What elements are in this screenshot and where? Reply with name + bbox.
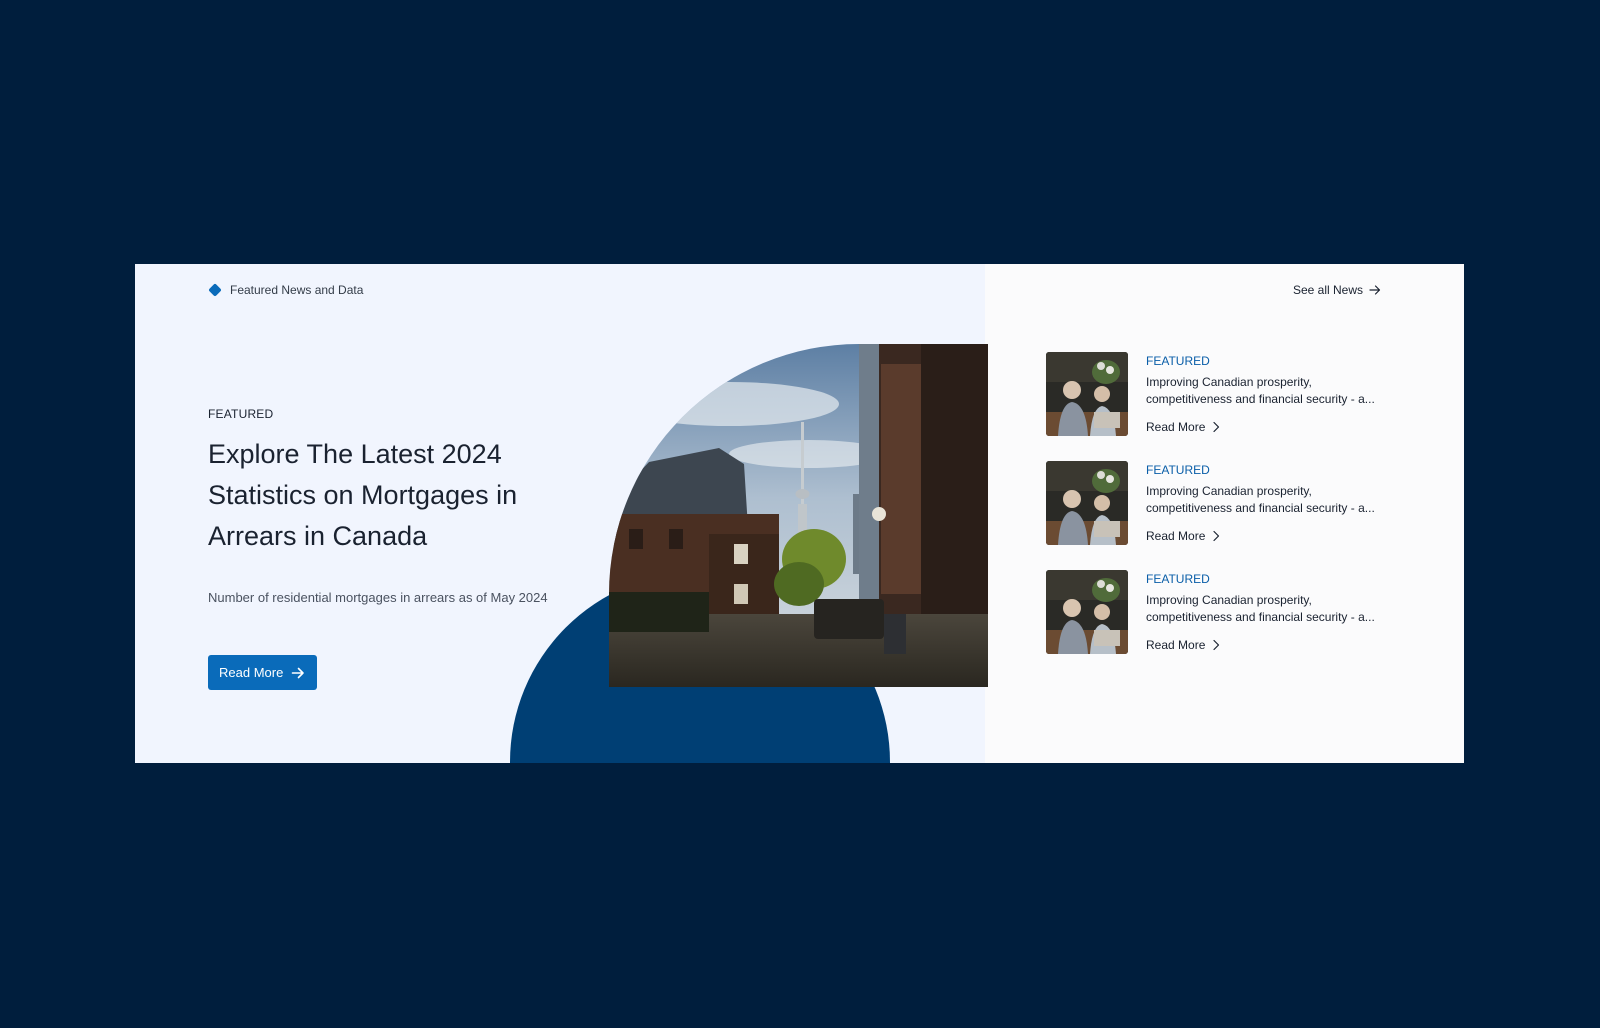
arrow-right-icon <box>1369 285 1381 295</box>
news-title-line: competitiveness and financial security -… <box>1146 610 1375 624</box>
news-read-more-label: Read More <box>1146 420 1206 434</box>
news-read-more-link[interactable]: Read More <box>1146 529 1220 543</box>
news-title-line: Improving Canadian prosperity, <box>1146 593 1312 607</box>
chevron-right-icon <box>1213 421 1220 433</box>
news-title-line: Improving Canadian prosperity, <box>1146 375 1312 389</box>
news-read-more-label: Read More <box>1146 638 1206 652</box>
hero-subtext: Number of residential mortgages in arrea… <box>208 590 548 605</box>
news-tag: FEATURED <box>1146 572 1210 586</box>
hero-eyebrow: FEATURED <box>208 407 274 421</box>
see-all-news-link[interactable]: See all News <box>1293 283 1381 297</box>
news-tag: FEATURED <box>1146 354 1210 368</box>
news-tag: FEATURED <box>1146 463 1210 477</box>
news-thumbnail[interactable] <box>1046 352 1128 436</box>
seniors-photo-icon <box>1046 352 1128 436</box>
city-street-photo-icon <box>609 344 988 687</box>
section-title: Featured News and Data <box>230 283 364 297</box>
news-item[interactable]: FEATURED Improving Canadian prosperity, … <box>1046 352 1386 436</box>
news-title[interactable]: Improving Canadian prosperity, competiti… <box>1146 374 1386 408</box>
see-all-label: See all News <box>1292 283 1363 297</box>
news-read-more-link[interactable]: Read More <box>1146 420 1220 434</box>
featured-news-card: Featured News and Data See all News FEAT… <box>135 264 1464 763</box>
news-thumbnail[interactable] <box>1046 461 1128 545</box>
news-title[interactable]: Improving Canadian prosperity, competiti… <box>1146 483 1386 517</box>
news-item[interactable]: FEATURED Improving Canadian prosperity, … <box>1046 461 1386 545</box>
section-header: Featured News and Data <box>208 283 363 297</box>
news-title[interactable]: Improving Canadian prosperity, competiti… <box>1146 592 1386 626</box>
news-thumbnail[interactable] <box>1046 570 1128 654</box>
news-item[interactable]: FEATURED Improving Canadian prosperity, … <box>1046 570 1386 654</box>
news-title-line: competitiveness and financial security -… <box>1146 501 1375 515</box>
news-title-line: competitiveness and financial security -… <box>1146 392 1375 406</box>
diamond-icon <box>209 284 221 296</box>
seniors-photo-icon <box>1046 570 1128 654</box>
news-title-line: Improving Canadian prosperity, <box>1146 484 1312 498</box>
hero-image <box>609 344 988 687</box>
chevron-right-icon <box>1213 639 1220 651</box>
chevron-right-icon <box>1213 530 1220 542</box>
hero-read-more-label: Read More <box>219 665 284 680</box>
hero-headline: Explore The Latest 2024 Statistics on Mo… <box>208 439 518 551</box>
news-read-more-link[interactable]: Read More <box>1146 638 1220 652</box>
arrow-right-icon <box>292 667 305 678</box>
seniors-photo-icon <box>1046 461 1128 545</box>
hero-read-more-button[interactable]: Read More <box>208 655 318 690</box>
news-read-more-label: Read More <box>1146 529 1206 543</box>
